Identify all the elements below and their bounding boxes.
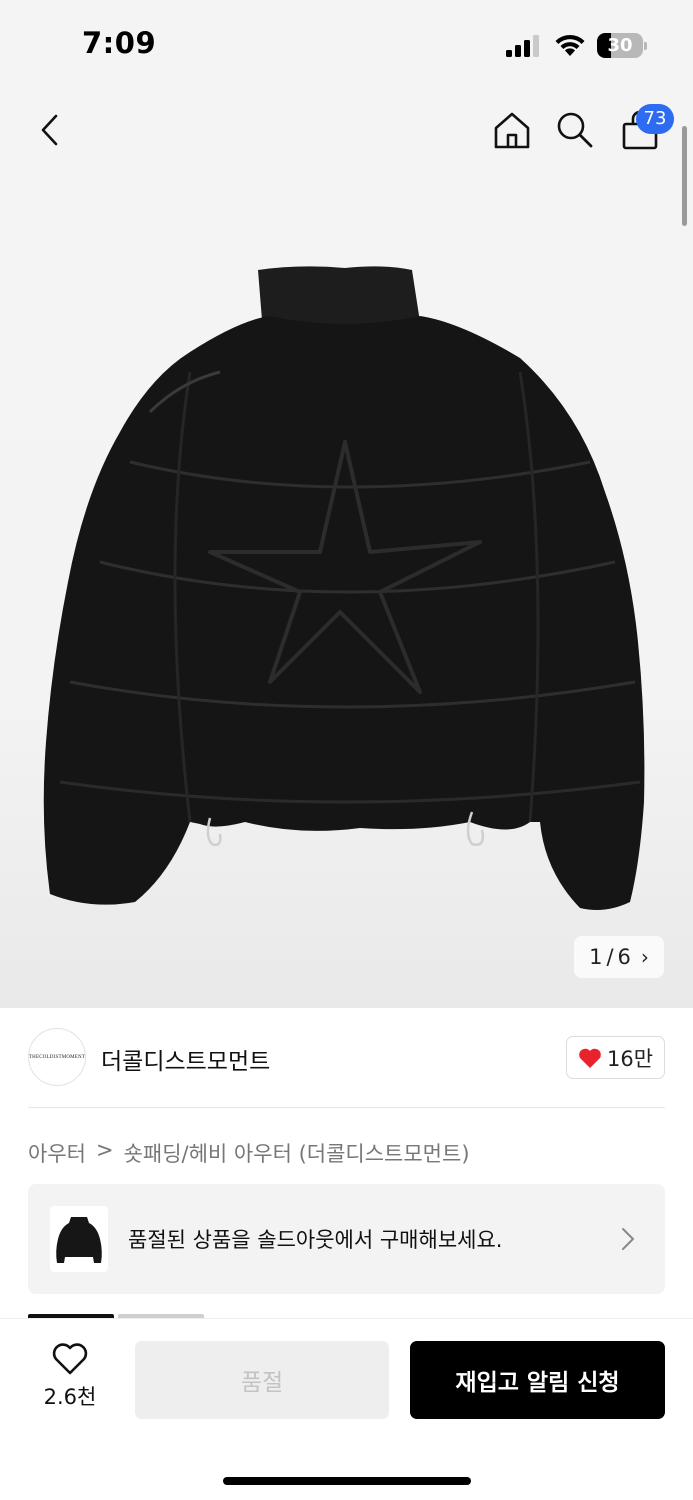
divider <box>28 1107 665 1108</box>
back-arrow-icon <box>41 114 58 146</box>
soldout-thumbnail <box>50 1206 108 1272</box>
battery-level: 30 <box>607 35 633 56</box>
brand-row: THECOLDISTMOMENT 더콜디스트모먼트 16만 <box>28 1028 665 1086</box>
top-nav <box>0 100 693 164</box>
cellular-signal-icon <box>506 35 539 57</box>
battery-icon: 30 <box>597 33 647 58</box>
soldout-button[interactable]: 품절 <box>135 1341 389 1419</box>
back-button[interactable] <box>22 100 78 160</box>
search-button[interactable] <box>547 100 603 160</box>
status-time: 7:09 <box>82 26 157 60</box>
chevron-right-icon: › <box>640 945 649 969</box>
heart-outline-icon <box>52 1343 88 1375</box>
image-counter[interactable]: 1 / 6 › <box>574 936 664 978</box>
breadcrumb-category[interactable]: 아우터 <box>28 1138 86 1168</box>
image-counter-total: 6 <box>617 945 631 969</box>
heart-filled-icon <box>578 1047 602 1069</box>
wish-button[interactable]: 2.6천 <box>30 1343 110 1415</box>
search-icon <box>557 112 593 148</box>
breadcrumb-separator: > <box>95 1138 114 1162</box>
home-icon <box>494 112 530 149</box>
wish-count: 2.6천 <box>43 1385 97 1409</box>
chevron-right-icon <box>622 1228 634 1250</box>
bottom-action-bar: 2.6천 품절 재입고 알림 신청 <box>0 1318 693 1500</box>
soldout-banner-text: 품절된 상품을 솔드아웃에서 구매해보세요. <box>128 1228 503 1252</box>
brand-like-count: 16만 <box>606 1046 654 1071</box>
brand-name[interactable]: 더콜디스트모먼트 <box>101 1042 270 1076</box>
product-image[interactable] <box>40 262 650 918</box>
home-indicator <box>223 1477 471 1485</box>
cart-count-badge: 73 <box>636 104 674 134</box>
soldout-banner[interactable]: 품절된 상품을 솔드아웃에서 구매해보세요. <box>28 1184 665 1294</box>
scroll-indicator <box>682 126 687 226</box>
breadcrumb-subcategory[interactable]: 숏패딩/헤비 아우터 (더콜디스트모먼트) <box>124 1138 470 1168</box>
brand-like-button[interactable]: 16만 <box>566 1036 665 1079</box>
home-button[interactable] <box>484 100 540 160</box>
restock-alert-button[interactable]: 재입고 알림 신청 <box>410 1341 665 1419</box>
image-counter-separator: / <box>606 945 614 969</box>
image-counter-current: 1 <box>589 945 603 969</box>
brand-logo[interactable]: THECOLDISTMOMENT <box>28 1028 86 1086</box>
status-bar: 7:09 30 <box>0 0 693 90</box>
breadcrumb: 아우터 > 숏패딩/헤비 아우터 (더콜디스트모먼트) <box>28 1138 470 1168</box>
brand-logo-text: THECOLDISTMOMENT <box>28 1054 86 1060</box>
wifi-icon <box>555 34 585 56</box>
